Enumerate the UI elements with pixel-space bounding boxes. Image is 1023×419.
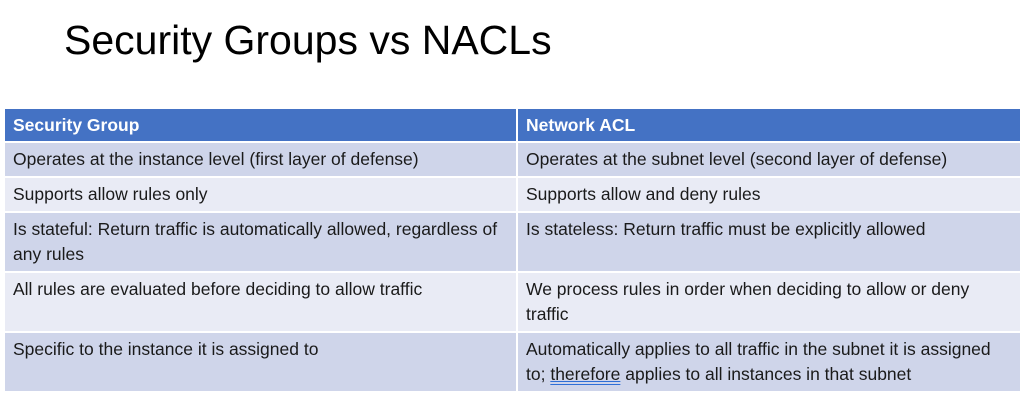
- table-row: Specific to the instance it is assigned …: [5, 331, 1020, 391]
- underlined-word: therefore: [550, 364, 621, 384]
- cell-security-group: Specific to the instance it is assigned …: [5, 331, 518, 391]
- comparison-table: Security Group Network ACL Operates at t…: [5, 109, 1020, 391]
- slide-title: Security Groups vs NACLs: [64, 17, 552, 63]
- cell-text-suffix: applies to all instances in that subnet: [620, 364, 912, 384]
- slide: Security Groups vs NACLs Security Group …: [0, 0, 1023, 419]
- table-row: Is stateful: Return traffic is automatic…: [5, 211, 1020, 272]
- table-row: All rules are evaluated before deciding …: [5, 271, 1020, 332]
- table-header-row: Security Group Network ACL: [5, 109, 1020, 142]
- cell-network-acl: Is stateless: Return traffic must be exp…: [517, 211, 1020, 272]
- cell-network-acl: We process rules in order when deciding …: [517, 271, 1020, 332]
- cell-network-acl: Operates at the subnet level (second lay…: [517, 141, 1020, 177]
- cell-security-group: All rules are evaluated before deciding …: [5, 271, 518, 332]
- table-row: Operates at the instance level (first la…: [5, 141, 1020, 177]
- cell-security-group: Is stateful: Return traffic is automatic…: [5, 211, 518, 272]
- cell-network-acl: Automatically applies to all traffic in …: [517, 331, 1020, 391]
- cell-network-acl: Supports allow and deny rules: [517, 176, 1020, 212]
- table-row: Supports allow rules only Supports allow…: [5, 176, 1020, 212]
- header-security-group: Security Group: [5, 109, 518, 142]
- cell-security-group: Operates at the instance level (first la…: [5, 141, 518, 177]
- cell-security-group: Supports allow rules only: [5, 176, 518, 212]
- header-network-acl: Network ACL: [517, 109, 1020, 142]
